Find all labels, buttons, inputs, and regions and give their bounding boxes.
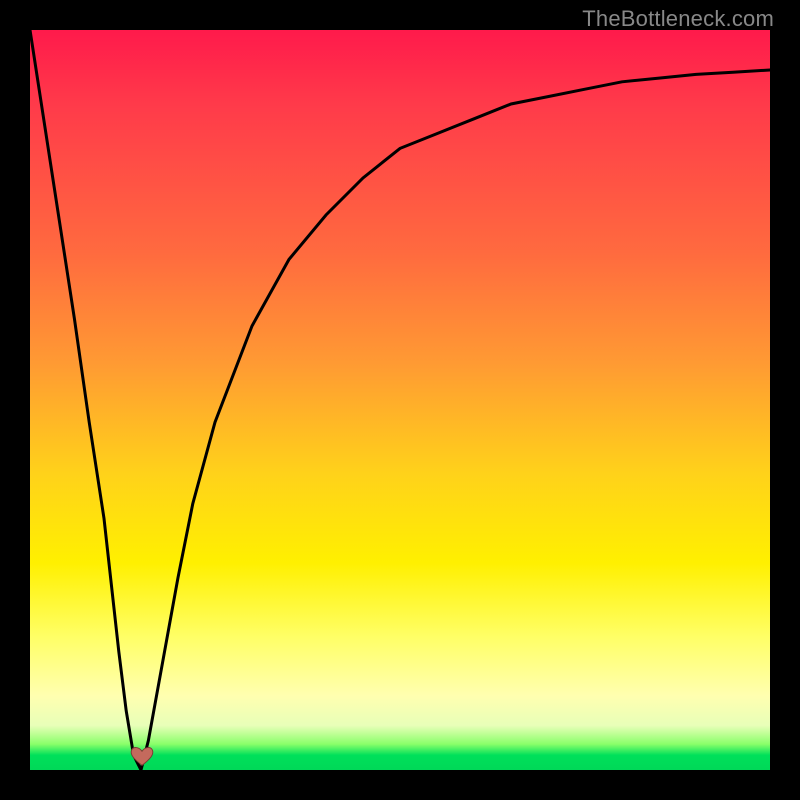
- bottleneck-curve: [30, 30, 770, 770]
- curve-path: [30, 30, 770, 770]
- plot-area: [30, 30, 770, 770]
- chart-stage: TheBottleneck.com: [0, 0, 800, 800]
- watermark-text: TheBottleneck.com: [582, 6, 774, 32]
